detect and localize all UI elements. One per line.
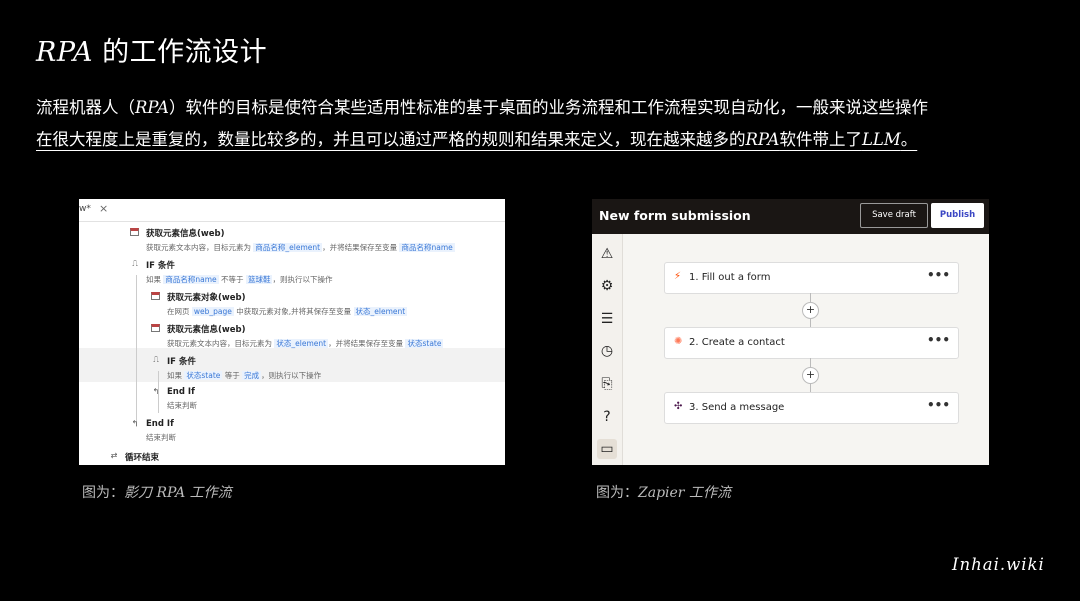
workflow-step[interactable]: ↰ End If 结束判断 [132,419,176,443]
save-draft-button[interactable]: Save draft [860,203,928,228]
workflow-step[interactable]: ⎍ IF 条件 如果 状态state 等于 完成 ，则执行以下操作 [153,355,322,381]
web-element-icon [151,292,160,300]
end-if-icon: ↰ [152,387,160,396]
step-description: 结束判断 [146,433,176,442]
workflow-step[interactable]: 获取元素对象(web) 在网页 web_page 中获取元素对象,并将其保存至变… [151,291,408,317]
gear-icon[interactable]: ⚙ [597,276,617,296]
step-label: 1. Fill out a form [689,272,771,283]
if-condition-icon: ⎍ [153,355,159,364]
zap-title[interactable]: New form submission [599,208,751,223]
help-icon[interactable]: ? [597,407,617,427]
caption-prefix: 图为： [82,485,124,501]
right-caption: 图为：Zapier 工作流 [596,482,731,502]
rpa-workflow-screenshot: w* × 获取元素信息(web) 获取元素文本内容，目标元素为 商品名称_ele… [79,199,505,465]
step-title: End If [146,419,174,429]
title-rest: 的工作流设计 [93,37,268,68]
title-prefix: RPA [36,37,94,68]
paragraph-rpa: RPA [745,130,780,149]
paragraph-line-2: 在很大程度上是重复的，数量比较多的，并且可以通过严格的规则和结果来定义，现在越来… [36,124,1046,156]
workflow-step[interactable]: 获取元素信息(web) 获取元素文本内容，目标元素为 状态_element ，并将… [151,323,444,349]
paragraph-text: 。 [900,130,918,149]
if-condition-icon: ⎍ [132,259,138,268]
workflow-step[interactable]: 获取元素信息(web) 获取元素文本内容，目标元素为 商品名称_element，… [130,227,455,253]
step-description: 结束判断 [167,401,197,410]
workflow-step[interactable]: ↰ End If 结束判断 [153,387,197,411]
caption-title: 影刀 RPA 工作流 [124,485,232,501]
paragraph-text: 流程机器人（ [36,98,135,117]
more-options-icon[interactable]: ••• [927,268,950,282]
paragraph-text: 在很大程度上是重复的，数量比较多的，并且可以通过严格的规则和结果来定义，现在越来… [36,130,746,149]
paragraph-text: ）软件的目标是使符合某些适用性标准的基于桌面的业务流程和工作流程实现自动化，一般… [168,98,928,117]
variable-tag: 商品名称name [163,275,219,284]
more-options-icon[interactable]: ••• [927,398,950,412]
step-description: 获取元素文本内容，目标元素为 状态_element ，并将结果保存至变量 状态st… [167,339,444,348]
caption-title: Zapier 工作流 [638,485,731,501]
web-element-icon [130,228,139,236]
variable-tag: 状态state [184,371,223,380]
step-title: IF 条件 [146,261,175,271]
workflow-step[interactable]: ⇄ 循环结束 [111,451,160,463]
tab-name[interactable]: w* [79,204,91,214]
left-caption: 图为：影刀 RPA 工作流 [82,482,232,502]
paragraph-rpa: RPA [135,98,169,117]
step-description: 在网页 web_page 中获取元素对象,并将其保存至变量 状态_element [167,307,408,316]
history-icon[interactable]: ◷ [597,341,617,361]
layers-icon[interactable]: ☰ [597,309,617,329]
step-title: 获取元素对象(web) [167,293,246,303]
editor-tab-bar: w* × [79,199,505,222]
step-description: 如果 商品名称name 不等于 篮球鞋 ，则执行以下操作 [146,275,333,284]
variable-tag: 商品名称name [399,243,455,252]
workflow-step[interactable]: ⎍ IF 条件 如果 商品名称name 不等于 篮球鞋 ，则执行以下操作 [132,259,333,285]
warning-icon[interactable]: ⚠ [597,244,617,264]
step-title: 循环结束 [125,453,160,463]
hubspot-icon: ✺ [674,336,683,347]
editor-sidebar: ⚠ ⚙ ☰ ◷ ⎘ ? ▭ [592,234,623,465]
page-title: RPA 的工作流设计 [36,30,267,69]
step-title: 获取元素信息(web) [146,229,225,239]
workflow-step-card[interactable]: ⚡ 1. Fill out a form ••• [664,262,959,294]
tree-guide-line [136,275,137,427]
step-label: 2. Create a contact [689,337,785,348]
form-icon: ⚡ [674,271,682,282]
step-description: 如果 状态state 等于 完成 ，则执行以下操作 [167,371,322,380]
paragraph-line-1: 流程机器人（RPA）软件的目标是使符合某些适用性标准的基于桌面的业务流程和工作流… [36,92,1046,124]
step-title: IF 条件 [167,357,196,367]
step-label: 3. Send a message [689,402,785,413]
workflow-step-card[interactable]: ✺ 2. Create a contact ••• [664,327,959,359]
loop-end-icon: ⇄ [110,451,118,460]
close-icon[interactable]: × [99,202,108,215]
brand-watermark: Inhai.wiki [952,555,1045,574]
more-options-icon[interactable]: ••• [927,333,950,347]
web-element-icon [151,324,160,332]
variable-tag: 完成 [242,371,262,380]
slack-icon: ✣ [674,401,683,412]
variable-tag: 状态_element [353,307,408,316]
add-step-button[interactable]: + [802,302,819,319]
step-title: 获取元素信息(web) [167,325,246,335]
variable-tag: web_page [191,307,234,316]
editor-header: New form submission Save draft Publish [592,199,989,234]
comment-icon[interactable]: ▭ [597,439,617,459]
step-title: End If [167,387,195,397]
variable-tag: 篮球鞋 [245,275,273,284]
paragraph-llm: LLM [861,130,901,149]
variable-tag: 状态state [405,339,444,348]
workflow-canvas: ⚡ 1. Fill out a form ••• + ✺ 2. Create a… [623,234,989,465]
workflow-step-card[interactable]: ✣ 3. Send a message ••• [664,392,959,424]
add-step-button[interactable]: + [802,367,819,384]
variable-tag: 状态_element [274,339,329,348]
zapier-workflow-screenshot: New form submission Save draft Publish ⚠… [592,199,989,465]
paragraph-text: 软件带上了 [779,130,862,149]
end-if-icon: ↰ [131,419,139,428]
file-icon[interactable]: ⎘ [597,374,617,394]
step-description: 获取元素文本内容，目标元素为 商品名称_element ，并将结果保存至变量 商品… [146,243,455,252]
publish-button[interactable]: Publish [931,203,984,228]
intro-paragraph: 流程机器人（RPA）软件的目标是使符合某些适用性标准的基于桌面的业务流程和工作流… [36,92,1046,156]
variable-tag: 商品名称_element [253,243,323,252]
caption-prefix: 图为： [596,485,638,501]
